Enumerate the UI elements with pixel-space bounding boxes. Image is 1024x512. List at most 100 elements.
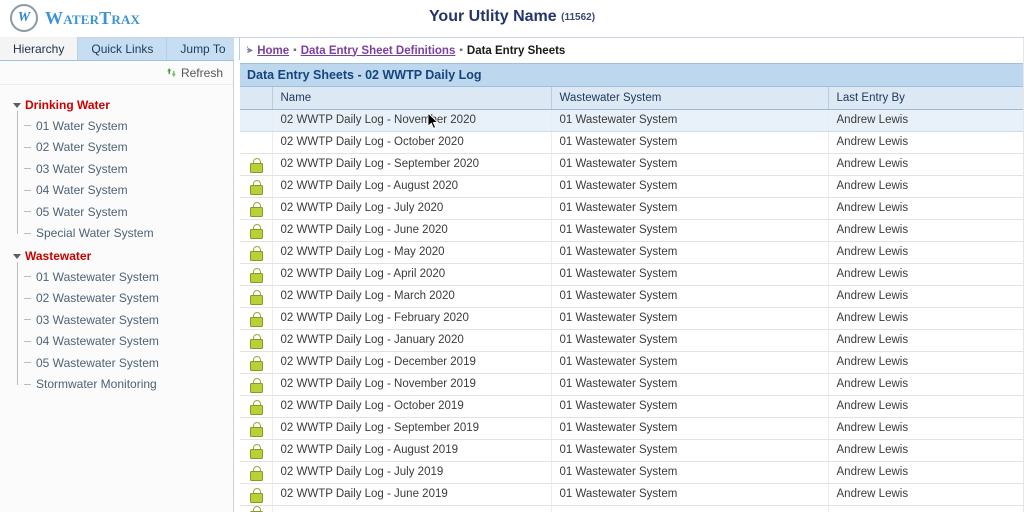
expand-collapse-arrow-icon[interactable] — [12, 251, 22, 261]
lock-icon-cell[interactable] — [240, 197, 273, 220]
lock-icon — [250, 311, 264, 327]
cell-name[interactable]: 02 WWTP Daily Log - April 2020 — [272, 263, 552, 286]
cell-name[interactable]: 02 WWTP Daily Log - February 2020 — [272, 307, 552, 330]
refresh-icon — [166, 67, 177, 78]
breadcrumb: ⁝▸ Home ▪ Data Entry Sheet Definitions ▪… — [240, 38, 1024, 63]
cell-name[interactable]: 02 WWTP Daily Log - March 2020 — [272, 285, 552, 308]
table-row[interactable]: 02 WWTP Daily Log - July 2020 01 Wastewat… — [240, 197, 1024, 220]
cell-name[interactable]: 02 WWTP Daily Log - November 2020 — [272, 109, 552, 132]
table-row[interactable]: 02 WWTP Daily Log - May 2020 01 Wastewate… — [240, 241, 1024, 264]
table-row[interactable]: 02 WWTP Daily Log - October 2020 01 Waste… — [240, 131, 1024, 154]
cell-wastewater-system: 01 Wastewater System — [551, 351, 829, 374]
cell-last-entry-by: Andrew Lewis — [828, 483, 1024, 506]
refresh-button[interactable]: Refresh — [166, 66, 223, 80]
breadcrumb-separator: ▪ — [293, 45, 297, 56]
table-row[interactable]: 02 WWTP Daily Log - March 2020 01 Wastewa… — [240, 285, 1024, 308]
table-row[interactable]: 02 WWTP Daily Log - June 2020 01 Wastewat… — [240, 219, 1024, 242]
table-row[interactable] — [240, 505, 1024, 512]
lock-icon-cell[interactable] — [240, 263, 273, 286]
cell-name[interactable]: 02 WWTP Daily Log - July 2019 — [272, 461, 552, 484]
lock-icon-cell[interactable] — [240, 351, 273, 374]
table-row[interactable]: 02 WWTP Daily Log - July 2019 01 Wastewat… — [240, 461, 1024, 484]
tree-root-drinking-water[interactable]: Drinking Water — [0, 95, 233, 115]
lock-icon-cell[interactable] — [240, 439, 273, 462]
lock-icon-cell[interactable] — [240, 219, 273, 242]
table-row[interactable]: 02 WWTP Daily Log - January 2020 01 Waste… — [240, 329, 1024, 352]
cell-name[interactable] — [272, 505, 552, 512]
tab-hierarchy[interactable]: Hierarchy — [0, 37, 79, 60]
lock-icon-cell[interactable] — [240, 153, 273, 176]
sidebar-item-04-water-system[interactable]: 04 Water System — [24, 180, 233, 202]
cell-name[interactable]: 02 WWTP Daily Log - August 2019 — [272, 439, 552, 462]
sidebar-item-03-wastewater-system[interactable]: 03 Wastewater System — [24, 309, 233, 331]
table-row[interactable]: 02 WWTP Daily Log - December 2019 01 Wast… — [240, 351, 1024, 374]
sidebar-item-01-water-system[interactable]: 01 Water System — [24, 115, 233, 137]
column-header-name[interactable]: Name — [272, 87, 552, 110]
lock-icon-cell[interactable] — [240, 505, 273, 512]
table-row[interactable]: 02 WWTP Daily Log - June 2019 01 Wastewat… — [240, 483, 1024, 506]
lock-cell-empty[interactable] — [240, 131, 273, 154]
cell-last-entry-by: Andrew Lewis — [828, 153, 1024, 176]
lock-icon-cell[interactable] — [240, 395, 273, 418]
expand-collapse-arrow-icon[interactable] — [12, 100, 22, 110]
table-row[interactable]: 02 WWTP Daily Log - August 2019 01 Wastew… — [240, 439, 1024, 462]
cell-last-entry-by: Andrew Lewis — [828, 197, 1024, 220]
sidebar-item-04-wastewater-system[interactable]: 04 Wastewater System — [24, 331, 233, 353]
table-row[interactable]: 02 WWTP Daily Log - August 2020 01 Wastew… — [240, 175, 1024, 198]
sidebar-item-05-wastewater-system[interactable]: 05 Wastewater System — [24, 352, 233, 374]
tab-quick-links[interactable]: Quick Links — [78, 37, 168, 60]
cell-name[interactable]: 02 WWTP Daily Log - December 2019 — [272, 351, 552, 374]
tree-root-wastewater[interactable]: Wastewater — [0, 246, 233, 266]
cell-name[interactable]: 02 WWTP Daily Log - October 2019 — [272, 395, 552, 418]
cell-name[interactable]: 02 WWTP Daily Log - September 2020 — [272, 153, 552, 176]
table-row[interactable]: 02 WWTP Daily Log - October 2019 01 Waste… — [240, 395, 1024, 418]
breadcrumb-icon: ⁝▸ — [246, 45, 253, 56]
lock-icon-cell[interactable] — [240, 175, 273, 198]
lock-icon-cell[interactable] — [240, 329, 273, 352]
cell-name[interactable]: 02 WWTP Daily Log - November 2019 — [272, 373, 552, 396]
lock-icon-cell[interactable] — [240, 483, 273, 506]
breadcrumb-link-home[interactable]: Home — [257, 45, 289, 57]
cell-name[interactable]: 02 WWTP Daily Log - September 2019 — [272, 417, 552, 440]
lock-icon-cell[interactable] — [240, 241, 273, 264]
cell-last-entry-by: Andrew Lewis — [828, 307, 1024, 330]
table-row[interactable]: 02 WWTP Daily Log - February 2020 01 Wast… — [240, 307, 1024, 330]
cell-last-entry-by: Andrew Lewis — [828, 329, 1024, 352]
sidebar-item-02-water-system[interactable]: 02 Water System — [24, 137, 233, 159]
sidebar-item-stormwater-monitoring[interactable]: Stormwater Monitoring — [24, 374, 233, 396]
table-row[interactable]: 02 WWTP Daily Log - April 2020 01 Wastewa… — [240, 263, 1024, 286]
column-header-last-entry-by[interactable]: Last Entry By — [828, 87, 1024, 110]
sidebar-item-02-wastewater-system[interactable]: 02 Wastewater System — [24, 288, 233, 310]
table-row[interactable]: 02 WWTP Daily Log - September 2020 01 Was… — [240, 153, 1024, 176]
lock-icon — [250, 505, 264, 512]
sidebar-item-01-wastewater-system[interactable]: 01 Wastewater System — [24, 266, 233, 288]
table-row[interactable]: 02 WWTP Daily Log - November 2019 01 Wast… — [240, 373, 1024, 396]
lock-icon-cell[interactable] — [240, 461, 273, 484]
breadcrumb-link-data-entry-sheet-definitions[interactable]: Data Entry Sheet Definitions — [301, 45, 456, 57]
lock-icon-cell[interactable] — [240, 417, 273, 440]
cell-name[interactable]: 02 WWTP Daily Log - July 2020 — [272, 197, 552, 220]
lock-icon-cell[interactable] — [240, 373, 273, 396]
cell-name[interactable]: 02 WWTP Daily Log - June 2019 — [272, 483, 552, 506]
lock-icon-cell[interactable] — [240, 307, 273, 330]
cell-name[interactable]: 02 WWTP Daily Log - June 2020 — [272, 219, 552, 242]
column-header-wastewater-system[interactable]: Wastewater System — [551, 87, 829, 110]
sidebar-item-special-water-system[interactable]: Special Water System — [24, 223, 233, 245]
cell-wastewater-system: 01 Wastewater System — [551, 131, 829, 154]
column-header-lock[interactable] — [240, 87, 273, 110]
table-row[interactable]: 02 WWTP Daily Log - September 2019 01 Was… — [240, 417, 1024, 440]
tab-jump-to[interactable]: Jump To — [167, 37, 240, 60]
lock-icon-cell[interactable] — [240, 285, 273, 308]
table-row[interactable]: 02 WWTP Daily Log - November 2020 01 Wast… — [240, 109, 1024, 132]
cell-name[interactable]: 02 WWTP Daily Log - October 2020 — [272, 131, 552, 154]
sidebar-item-05-water-system[interactable]: 05 Water System — [24, 201, 233, 223]
cell-name[interactable]: 02 WWTP Daily Log - May 2020 — [272, 241, 552, 264]
cell-wastewater-system: 01 Wastewater System — [551, 219, 829, 242]
cell-last-entry-by: Andrew Lewis — [828, 417, 1024, 440]
sidebar-item-03-water-system[interactable]: 03 Water System — [24, 158, 233, 180]
lock-cell-empty[interactable] — [240, 109, 273, 132]
lock-icon — [250, 245, 264, 261]
cell-name[interactable]: 02 WWTP Daily Log - January 2020 — [272, 329, 552, 352]
tree-root-label: Drinking Water — [25, 98, 110, 112]
cell-name[interactable]: 02 WWTP Daily Log - August 2020 — [272, 175, 552, 198]
